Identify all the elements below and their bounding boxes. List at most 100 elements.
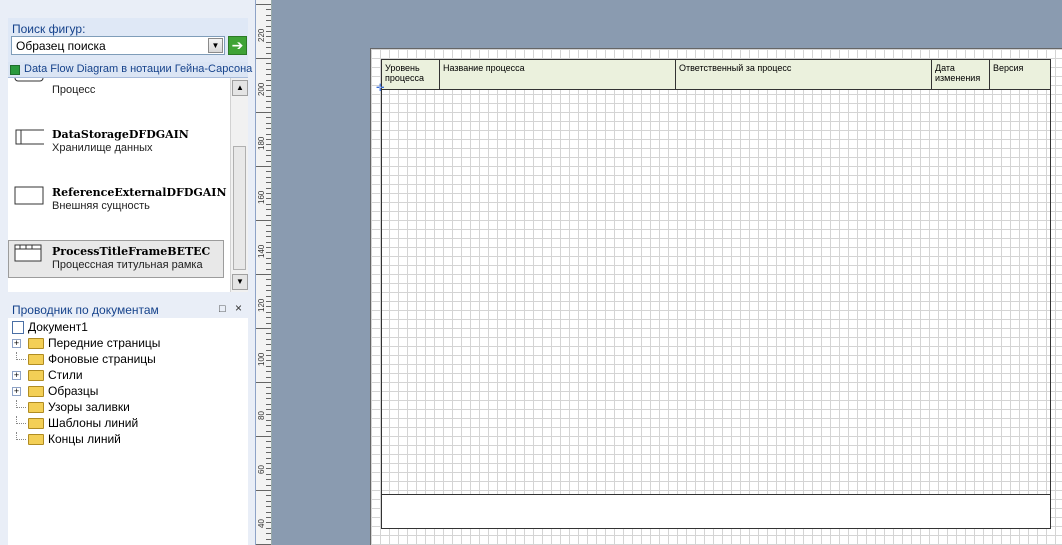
tree-node-masters[interactable]: + Образцы: [8, 384, 228, 400]
ruler-tick: [266, 193, 271, 194]
tree-node-line-ends[interactable]: Концы линий: [8, 432, 228, 448]
tree-connector: [16, 432, 26, 440]
ruler-tick: [266, 479, 271, 481]
tree-node-front-pages[interactable]: + Передние страницы: [8, 336, 228, 352]
ruler-tick: [266, 63, 271, 65]
ruler-tick: [256, 382, 271, 383]
ruler-tick: [266, 36, 271, 38]
ruler-tick: [266, 20, 271, 22]
frame-footer[interactable]: [382, 495, 1050, 528]
ruler-tick: [266, 128, 271, 130]
chevron-down-icon[interactable]: ▼: [208, 38, 223, 53]
header-cell-process-owner[interactable]: Ответственный за процесс: [676, 60, 932, 89]
ruler-tick: [266, 225, 271, 227]
ruler-tick: [256, 328, 271, 329]
folder-icon: [28, 386, 44, 397]
process-shape-icon: [14, 78, 44, 82]
process-title-frame[interactable]: Уровень процесса Название процесса Ответ…: [381, 59, 1051, 529]
ruler-tick: [256, 490, 271, 491]
stencil-header[interactable]: Data Flow Diagram в нотации Гейна-Сарсон…: [8, 62, 252, 78]
header-cell-process-level[interactable]: Уровень процесса: [382, 60, 440, 89]
ruler-tick: [266, 468, 271, 470]
ruler-tick: [266, 203, 271, 205]
ruler-tick: [266, 463, 271, 464]
folder-icon: [28, 338, 44, 349]
ruler-tick: [266, 263, 271, 265]
shape-item-process[interactable]: Процесс: [8, 78, 230, 100]
expand-icon[interactable]: +: [12, 371, 21, 380]
header-cell-process-name[interactable]: Название процесса: [440, 60, 676, 89]
ruler-label: 200: [257, 82, 266, 96]
shape-item-external-entity[interactable]: ReferenceExternalDFDGAIN Внешняя сущност…: [8, 182, 230, 222]
header-cell-version[interactable]: Версия: [990, 60, 1050, 89]
ruler-tick: [256, 436, 271, 437]
ruler-tick: [266, 538, 271, 540]
vertical-ruler[interactable]: 220 200 180 160 140 120 100 80 60 40: [256, 0, 272, 545]
ruler-tick: [266, 74, 271, 76]
stencil-title: Data Flow Diagram в нотации Гейна-Сарсон…: [24, 63, 253, 75]
ruler-tick: [266, 403, 271, 405]
ruler-tick: [266, 333, 271, 335]
ruler-tick: [266, 122, 271, 124]
tree-node-background-pages[interactable]: Фоновые страницы: [8, 352, 228, 368]
ruler-tick: [266, 144, 271, 146]
ruler-tick: [266, 90, 271, 92]
tree-node-line-patterns[interactable]: Шаблоны линий: [8, 416, 228, 432]
document-explorer-header: Проводник по документам □ ×: [8, 300, 248, 318]
tree-label: Концы линий: [48, 432, 121, 446]
ruler-tick: [266, 295, 271, 297]
ruler-tick: [266, 473, 271, 475]
folder-icon: [28, 418, 44, 429]
ruler-tick: [266, 106, 271, 108]
ruler-tick: [266, 322, 271, 324]
tree-label: Стили: [48, 368, 83, 382]
header-cell-change-date[interactable]: Дата изменения: [932, 60, 990, 89]
ruler-tick: [266, 533, 271, 535]
expand-icon[interactable]: +: [12, 387, 21, 396]
scroll-up-icon[interactable]: ▲: [232, 80, 248, 96]
shape-item-datastorage[interactable]: DataStorageDFDGAIN Хранилище данных: [8, 128, 230, 168]
ruler-label: 80: [257, 411, 266, 420]
tree-label: Узоры заливки: [48, 400, 130, 414]
ruler-tick: [266, 387, 271, 389]
left-panel: Поиск фигур: Образец поиска ▼ ➔ Data Flo…: [0, 0, 256, 545]
search-input-value: Образец поиска: [16, 39, 106, 53]
expand-icon[interactable]: +: [12, 339, 21, 348]
ruler-tick: [266, 95, 271, 97]
green-arrow-icon[interactable]: ➔: [228, 36, 247, 55]
ruler-tick: [256, 58, 271, 59]
stencil-scrollbar[interactable]: ▲ ▼: [230, 78, 248, 292]
folder-icon: [28, 434, 44, 445]
ruler-tick: [266, 452, 271, 454]
close-icon[interactable]: ×: [235, 301, 242, 315]
scrollbar-thumb[interactable]: [233, 146, 246, 270]
ruler-label: 140: [257, 244, 266, 258]
ruler-tick: [266, 409, 271, 410]
ruler-tick: [266, 484, 271, 486]
ruler-tick: [256, 4, 271, 5]
ruler-tick: [266, 344, 271, 346]
search-input[interactable]: Образец поиска ▼: [11, 36, 225, 55]
ruler-tick: [266, 139, 271, 140]
ruler-tick: [266, 301, 271, 302]
tree-node-styles[interactable]: + Стили: [8, 368, 228, 384]
search-label: Поиск фигур:: [12, 22, 86, 36]
ruler-tick: [266, 500, 271, 502]
ruler-tick: [266, 133, 271, 135]
shape-item-title-frame[interactable]: ProcessTitleFrameBETEC Процессная титуль…: [8, 240, 224, 278]
ruler-tick: [266, 47, 271, 49]
ruler-label: 160: [257, 190, 266, 204]
ruler-label: 220: [257, 28, 266, 42]
ruler-tick: [266, 241, 271, 243]
restore-icon[interactable]: □: [219, 303, 226, 315]
ruler-tick: [266, 209, 271, 211]
ruler-tick: [266, 149, 271, 151]
ruler-tick: [266, 257, 271, 259]
tree-node-fill-patterns[interactable]: Узоры заливки: [8, 400, 228, 416]
external-entity-shape-icon: [14, 186, 44, 205]
title-frame-shape-icon: [14, 244, 42, 262]
ruler-tick: [266, 355, 271, 356]
scroll-down-icon[interactable]: ▼: [232, 274, 248, 290]
ruler-tick: [266, 376, 271, 378]
ruler-tick: [266, 182, 271, 184]
